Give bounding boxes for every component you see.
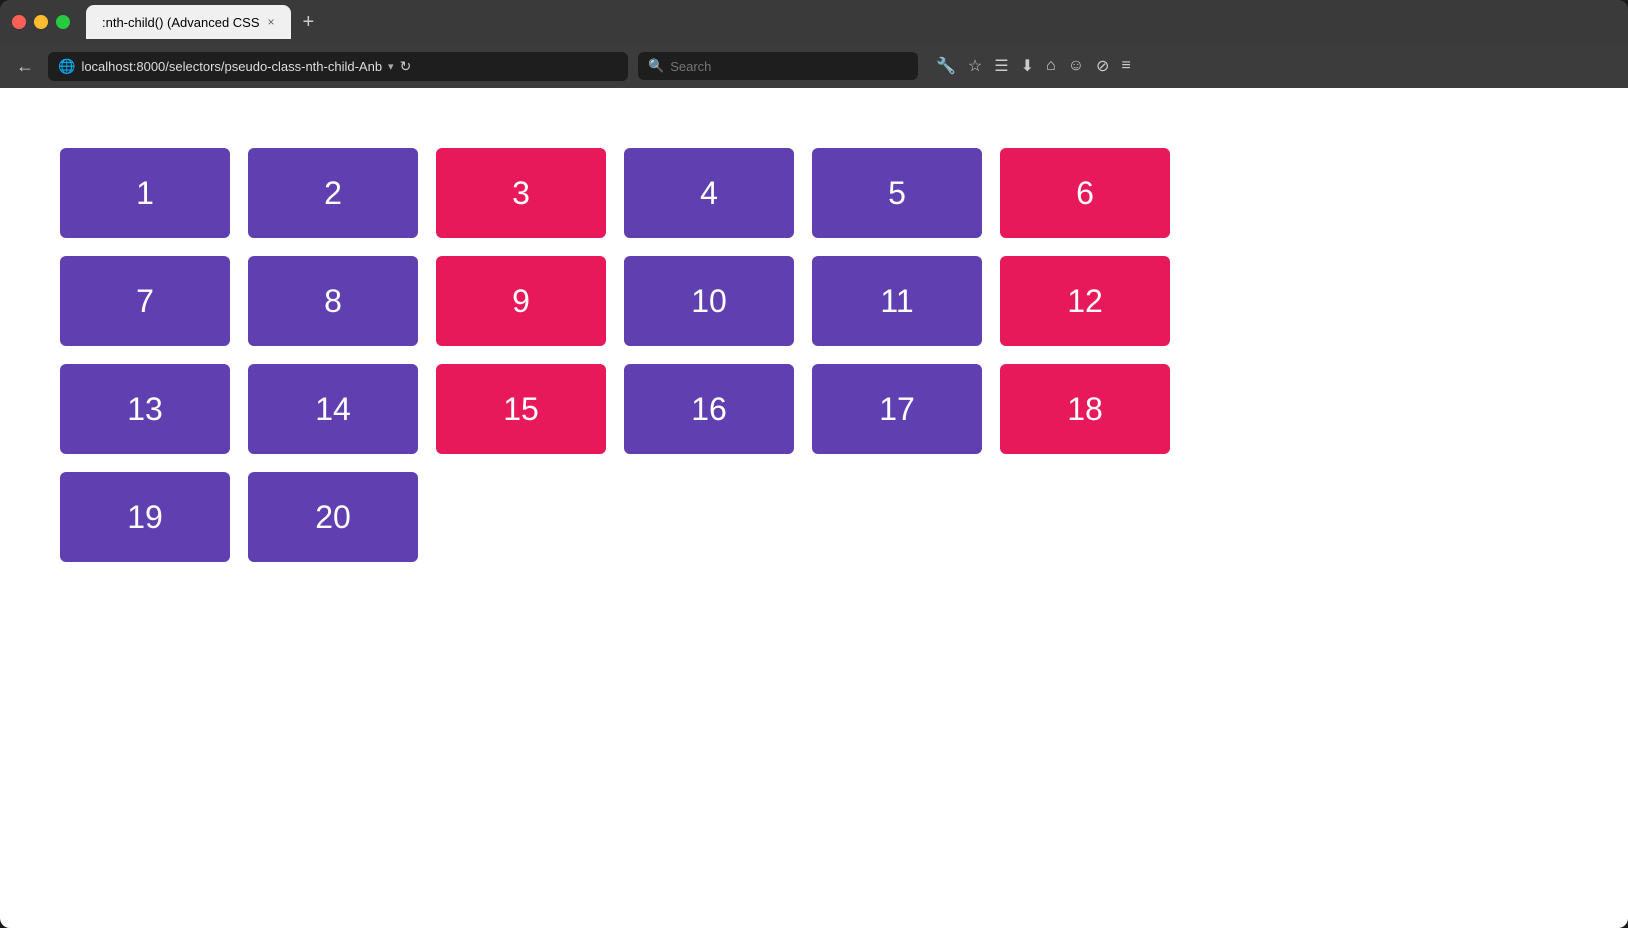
grid-item: 10 xyxy=(624,256,794,346)
grid-item: 16 xyxy=(624,364,794,454)
home-icon[interactable]: ⌂ xyxy=(1046,57,1056,75)
url-text: localhost:8000/selectors/pseudo-class-nt… xyxy=(81,59,382,74)
wrench-icon[interactable]: 🔧 xyxy=(936,56,956,76)
reload-icon[interactable]: ↻ xyxy=(400,58,412,75)
grid-item: 6 xyxy=(1000,148,1170,238)
smiley-icon[interactable]: ☺ xyxy=(1068,57,1084,75)
content-area: 1234567891011121314151617181920 xyxy=(0,88,1628,928)
browser-window: :nth-child() (Advanced CSS × + ← 🌐 local… xyxy=(0,0,1628,928)
grid-item: 8 xyxy=(248,256,418,346)
url-bar[interactable]: 🌐 localhost:8000/selectors/pseudo-class-… xyxy=(48,52,628,81)
grid-item: 15 xyxy=(436,364,606,454)
grid-item: 13 xyxy=(60,364,230,454)
window-controls xyxy=(12,15,70,29)
star-icon[interactable]: ☆ xyxy=(968,56,982,76)
grid-item: 12 xyxy=(1000,256,1170,346)
grid-item: 4 xyxy=(624,148,794,238)
grid-item: 7 xyxy=(60,256,230,346)
grid-container: 1234567891011121314151617181920 xyxy=(60,148,1320,562)
back-button[interactable]: ← xyxy=(12,52,38,81)
maximize-button[interactable] xyxy=(56,15,70,29)
search-bar[interactable]: 🔍 xyxy=(638,52,918,80)
toolbar-icons: 🔧 ☆ ☰ ⬇ ⌂ ☺ ⊘ ≡ xyxy=(936,56,1131,76)
address-bar: ← 🌐 localhost:8000/selectors/pseudo-clas… xyxy=(0,44,1628,88)
title-bar: :nth-child() (Advanced CSS × + xyxy=(0,0,1628,44)
tab-close-icon[interactable]: × xyxy=(268,15,275,29)
new-tab-button[interactable]: + xyxy=(295,7,323,38)
minimize-button[interactable] xyxy=(34,15,48,29)
grid-item: 19 xyxy=(60,472,230,562)
download-icon[interactable]: ⬇ xyxy=(1021,56,1034,76)
menu-icon[interactable]: ≡ xyxy=(1121,57,1130,75)
tab-bar: :nth-child() (Advanced CSS × + xyxy=(86,5,1616,39)
grid-item: 1 xyxy=(60,148,230,238)
grid-item: 14 xyxy=(248,364,418,454)
list-icon[interactable]: ☰ xyxy=(994,56,1008,76)
grid-item: 2 xyxy=(248,148,418,238)
grid-item: 5 xyxy=(812,148,982,238)
grid-item: 11 xyxy=(812,256,982,346)
search-icon: 🔍 xyxy=(648,58,664,74)
url-dropdown-icon[interactable]: ▾ xyxy=(388,60,394,73)
tab-title: :nth-child() (Advanced CSS xyxy=(102,15,260,30)
search-input[interactable] xyxy=(670,59,908,74)
globe-icon: 🌐 xyxy=(58,58,75,75)
grid-item: 20 xyxy=(248,472,418,562)
close-button[interactable] xyxy=(12,15,26,29)
grid-item: 3 xyxy=(436,148,606,238)
active-tab[interactable]: :nth-child() (Advanced CSS × xyxy=(86,5,291,39)
grid-item: 9 xyxy=(436,256,606,346)
grid-item: 17 xyxy=(812,364,982,454)
grid-item: 18 xyxy=(1000,364,1170,454)
forbidden-icon[interactable]: ⊘ xyxy=(1096,56,1109,76)
